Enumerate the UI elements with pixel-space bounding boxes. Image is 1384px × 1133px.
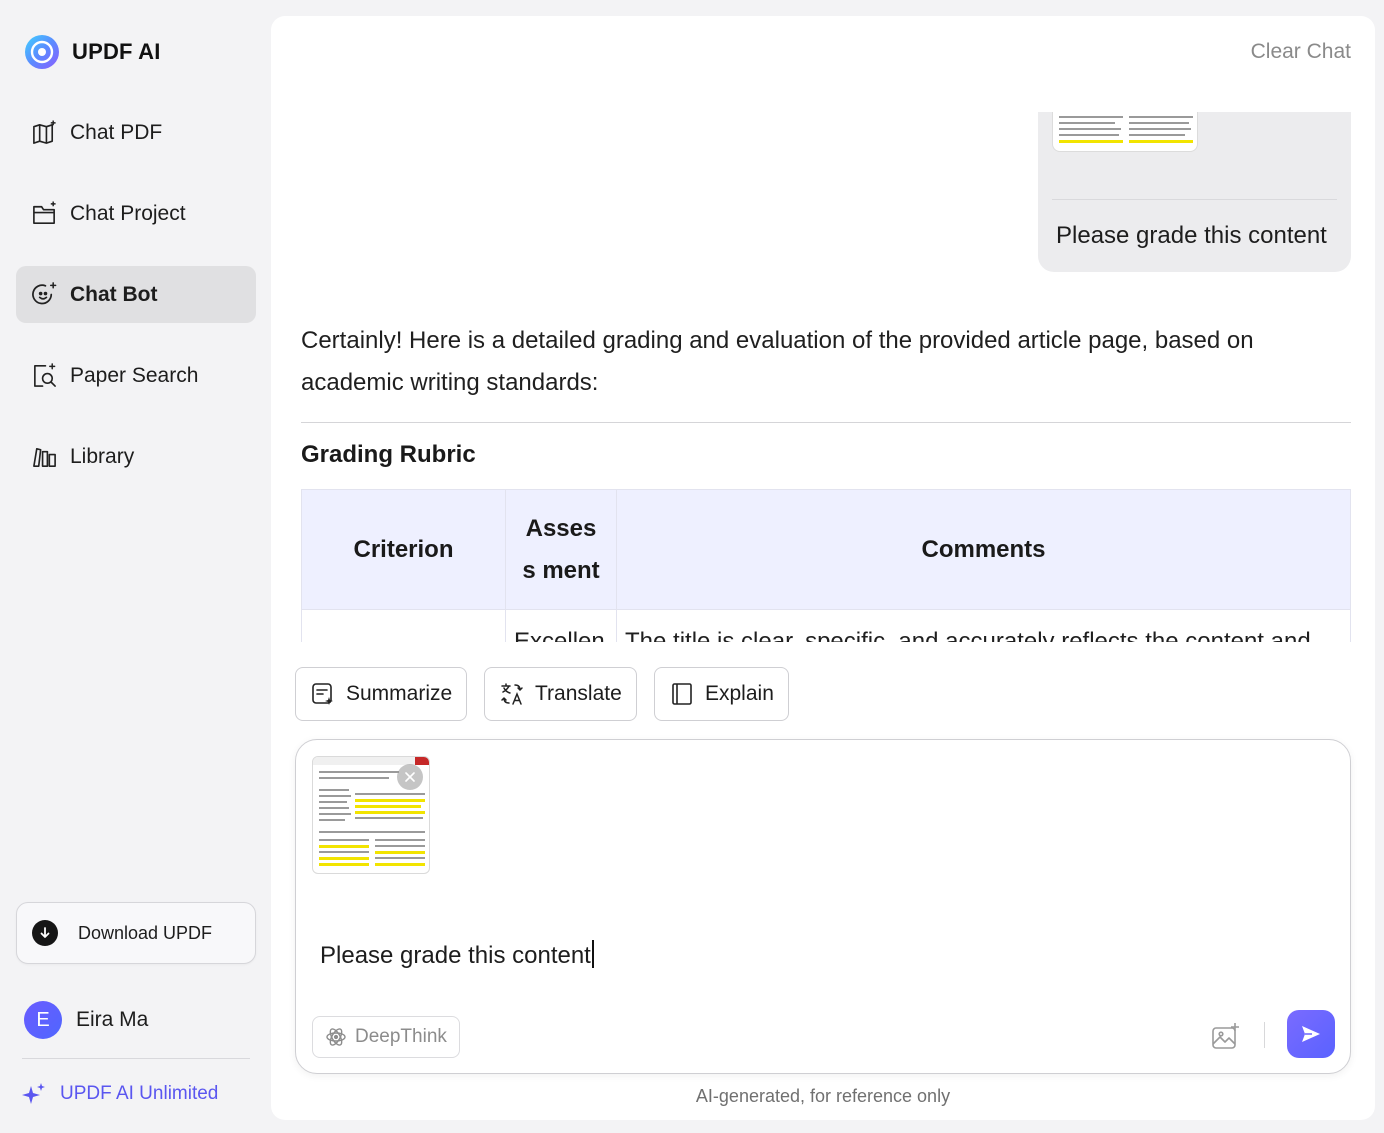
updf-logo-icon — [25, 35, 59, 69]
atom-icon — [326, 1028, 346, 1046]
sidebar: UPDF AI Chat PDF Chat Project Chat Bot P… — [0, 0, 270, 1133]
updf-ai-unlimited-link[interactable]: UPDF AI Unlimited — [22, 1082, 218, 1106]
download-icon — [32, 920, 58, 946]
divider — [301, 422, 1351, 423]
disclaimer-text: AI-generated, for reference only — [695, 1086, 951, 1106]
divider — [1264, 1022, 1265, 1048]
deepthink-toggle[interactable]: DeepThink — [312, 1016, 460, 1058]
user-message-text: Please grade this content — [1056, 222, 1327, 249]
user-message-bubble: Please grade this content — [1038, 112, 1351, 272]
book-icon — [672, 683, 692, 705]
divider — [1052, 199, 1337, 200]
remove-attachment-button[interactable] — [397, 764, 423, 790]
books-icon — [33, 447, 56, 467]
sidebar-item-label: Chat PDF — [70, 120, 163, 144]
doc-search-icon — [34, 363, 56, 387]
divider — [22, 1058, 250, 1059]
sidebar-item-label: Chat Project — [70, 201, 186, 225]
sidebar-item-chat-project[interactable]: Chat Project — [16, 185, 256, 242]
unlimited-label: UPDF AI Unlimited — [60, 1083, 219, 1104]
bot-sparkle-icon — [32, 282, 57, 305]
sidebar-item-paper-search[interactable]: Paper Search — [16, 347, 256, 404]
sidebar-item-label: Library — [70, 444, 135, 468]
text-caret — [591, 940, 594, 968]
user-name: Eira Ma — [76, 1008, 149, 1031]
table-cell — [301, 609, 506, 642]
message-input-value: Please grade this content — [320, 942, 591, 969]
attached-page-thumbnail[interactable] — [1052, 112, 1198, 152]
summarize-icon — [312, 683, 333, 705]
send-button[interactable] — [1287, 1010, 1335, 1058]
ai-intro-text: Certainly! Here is a detailed grading an… — [301, 327, 1254, 396]
sidebar-item-library[interactable]: Library — [16, 428, 256, 485]
send-icon — [1302, 1026, 1320, 1042]
table-header: Criterion — [301, 489, 506, 610]
ai-message: Certainly! Here is a detailed grading an… — [301, 320, 1351, 642]
chat-messages[interactable]: Please grade this content Certainly! Her… — [271, 112, 1375, 642]
avatar: E — [24, 1001, 62, 1039]
folder-sparkle-icon — [33, 201, 56, 224]
map-sparkle-icon — [33, 120, 56, 144]
summarize-label: Summarize — [346, 682, 453, 705]
message-input[interactable]: Please grade this content — [320, 940, 594, 970]
clear-chat-button[interactable]: Clear Chat — [1251, 40, 1351, 64]
table-cell: The title is clear, specific, and accura… — [616, 609, 1351, 642]
image-upload-icon[interactable] — [1210, 1022, 1240, 1052]
brand-name: UPDF AI — [72, 39, 161, 64]
brand[interactable]: UPDF AI — [24, 34, 161, 70]
rubric-table: Criterion Assess ment Comments Excellen … — [301, 489, 1351, 642]
explain-button[interactable]: Explain — [654, 667, 789, 721]
table-row: Excellen The title is clear, specific, a… — [301, 609, 1351, 642]
download-updf-button[interactable]: Download UPDF — [16, 902, 256, 964]
table-header: Assess ment — [505, 489, 617, 610]
deepthink-label: DeepThink — [355, 1026, 447, 1047]
translate-button[interactable]: Translate — [484, 667, 637, 721]
main-panel: Clear Chat Please grade this content Cer… — [271, 16, 1375, 1120]
chat-input-box[interactable]: Please grade this content DeepThink — [295, 739, 1351, 1074]
table-cell: Excellen — [505, 609, 617, 642]
close-icon — [405, 772, 415, 782]
table-header: Comments — [616, 489, 1351, 610]
sidebar-item-chat-bot[interactable]: Chat Bot — [16, 266, 256, 323]
sidebar-item-label: Chat Bot — [70, 282, 158, 306]
rubric-heading: Grading Rubric — [301, 441, 476, 468]
sidebar-item-label: Paper Search — [70, 363, 199, 387]
summarize-button[interactable]: Summarize — [295, 667, 468, 721]
explain-label: Explain — [705, 682, 774, 705]
download-label: Download UPDF — [78, 922, 213, 943]
translate-icon — [501, 683, 523, 705]
sparkle-icon — [22, 1083, 45, 1104]
sidebar-item-chat-pdf[interactable]: Chat PDF — [16, 104, 256, 161]
user-profile[interactable]: E Eira Ma — [24, 1001, 148, 1039]
translate-label: Translate — [535, 682, 622, 705]
